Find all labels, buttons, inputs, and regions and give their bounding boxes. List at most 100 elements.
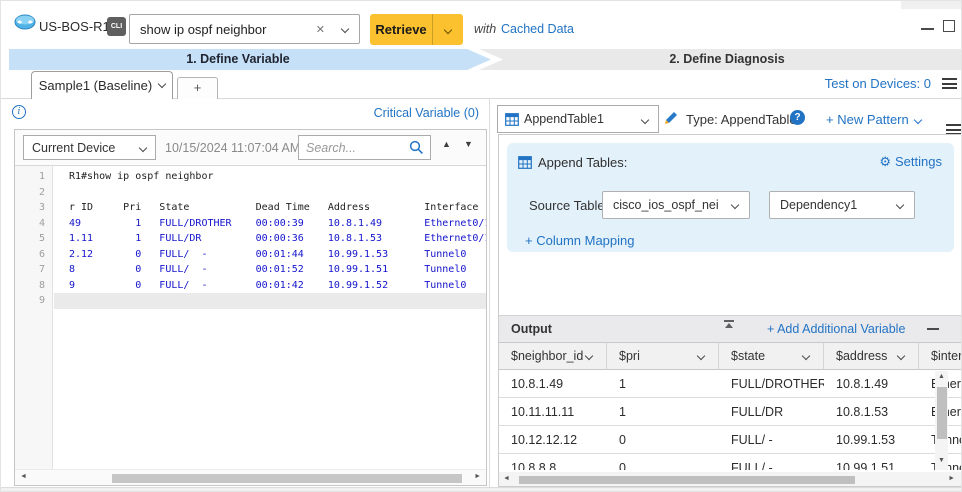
editor-toolbar: Current Device 10/15/2024 11:07:04 AM ▲ … xyxy=(15,130,486,166)
test-devices-menu-icon[interactable] xyxy=(942,78,957,89)
command-dropdown-icon[interactable] xyxy=(341,25,349,33)
output-title: Output xyxy=(511,322,552,336)
help-icon[interactable]: ? xyxy=(790,110,805,125)
scroll-right-icon[interactable]: ► xyxy=(474,473,481,480)
command-combobox[interactable]: ✕ xyxy=(129,14,360,44)
editor-hscroll-thumb[interactable] xyxy=(112,474,462,483)
column-dropdown-icon[interactable] xyxy=(697,352,705,360)
column-label: $neighbor_id xyxy=(511,349,583,363)
search-box[interactable] xyxy=(298,135,431,160)
output-horizontal-scrollbar[interactable]: ◄ ► xyxy=(499,472,961,487)
scroll-right-icon[interactable]: ► xyxy=(948,475,955,482)
code-line[interactable] xyxy=(54,293,486,309)
with-label: with xyxy=(474,22,496,36)
output-hscroll-thumb[interactable] xyxy=(519,476,855,484)
code-line[interactable]: 9 0 FULL/ - 00:01:42 10.99.1.52 Tunnel0 xyxy=(54,278,486,294)
step-define-variable[interactable]: 1. Define Variable xyxy=(9,49,491,70)
pattern-selector-dropdown[interactable]: AppendTable1 xyxy=(497,105,659,133)
settings-link[interactable]: ⚙Settings xyxy=(879,154,942,170)
maximize-icon[interactable] xyxy=(943,20,955,32)
table-cell: FULL/ - xyxy=(719,426,824,453)
retrieve-label[interactable]: Retrieve xyxy=(370,14,432,45)
table-row[interactable]: 10.8.1.491FULL/DROTHER10.8.1.49Ethernet0… xyxy=(499,370,961,398)
info-icon[interactable]: i xyxy=(12,105,26,119)
append-tables-title: Append Tables: xyxy=(538,155,627,170)
code-line[interactable]: r ID Pri State Dead Time Address Interfa… xyxy=(54,200,486,216)
sample-tab-dropdown-icon[interactable] xyxy=(158,80,166,88)
column-label: $address xyxy=(836,349,887,363)
search-icon[interactable] xyxy=(409,140,424,155)
add-sample-tab[interactable]: + xyxy=(177,77,218,99)
scroll-down-icon[interactable]: ▼ xyxy=(938,457,945,464)
test-on-devices-link[interactable]: Test on Devices: 0 xyxy=(791,76,931,91)
pattern-selector-value: AppendTable1 xyxy=(524,112,604,126)
line-number: 6 xyxy=(15,247,52,263)
source-table-chevron-icon[interactable] xyxy=(731,201,739,209)
search-input[interactable] xyxy=(306,138,401,157)
scroll-left-icon[interactable]: ◄ xyxy=(20,473,27,480)
add-additional-variable-link[interactable]: + Add Additional Variable xyxy=(767,322,905,336)
cached-data-link[interactable]: Cached Data xyxy=(501,22,574,36)
clear-command-icon[interactable]: ✕ xyxy=(316,23,325,36)
pattern-selector-chevron-icon[interactable] xyxy=(641,116,649,124)
new-pattern-chevron-icon[interactable] xyxy=(914,116,922,124)
new-pattern-button[interactable]: + New Pattern xyxy=(826,112,921,127)
code-line[interactable] xyxy=(54,185,486,201)
table-row[interactable]: 10.11.11.111FULL/DR10.8.1.53Ethernet0/1 xyxy=(499,398,961,426)
column-dropdown-icon[interactable] xyxy=(802,352,810,360)
table-cell: 10.8.1.53 xyxy=(824,398,919,425)
scroll-left-icon[interactable]: ◄ xyxy=(503,475,510,482)
dependency-value: Dependency1 xyxy=(780,198,857,212)
critical-variable-link[interactable]: Critical Variable (0) xyxy=(331,106,479,120)
column-mapping-link[interactable]: + Column Mapping xyxy=(525,233,634,248)
column-dropdown-icon[interactable] xyxy=(585,352,593,360)
retrieve-button[interactable]: Retrieve xyxy=(370,14,463,45)
source-table-dropdown[interactable]: cisco_ios_ospf_nei xyxy=(602,191,750,219)
column-header-neighbor_id[interactable]: $neighbor_id xyxy=(499,343,607,369)
code-line[interactable]: R1#show ip ospf neighbor xyxy=(54,169,486,185)
code-line[interactable]: 8 0 FULL/ - 00:01:52 10.99.1.51 Tunnel0 xyxy=(54,262,486,278)
tab-sample1-baseline[interactable]: Sample1 (Baseline) xyxy=(31,71,173,99)
device-selector-dropdown[interactable]: Current Device xyxy=(23,135,156,160)
window-edge-strip xyxy=(901,1,962,9)
line-number: 3 xyxy=(15,200,52,216)
collapse-output-handle[interactable] xyxy=(723,320,735,328)
scroll-up-icon[interactable]: ▲ xyxy=(938,373,945,380)
table-row[interactable]: 10.8.8.80FULL/ -10.99.1.51Tunnel0 xyxy=(499,454,961,470)
code-line[interactable]: 2.12 0 FULL/ - 00:01:44 10.99.1.53 Tunne… xyxy=(54,247,486,263)
table-cell: 0 xyxy=(607,454,719,470)
minimize-icon[interactable] xyxy=(921,28,934,30)
find-previous-button[interactable]: ▲ xyxy=(442,139,451,149)
append-tables-panel: Append Tables: ⚙Settings Source Table: c… xyxy=(507,143,954,252)
retrieve-dropdown-button[interactable] xyxy=(433,14,463,45)
column-dropdown-icon[interactable] xyxy=(897,352,905,360)
output-vertical-scrollbar[interactable]: ▲ ▼ xyxy=(935,371,948,470)
column-header-state[interactable]: $state xyxy=(719,343,824,369)
router-icon xyxy=(14,14,36,31)
column-header-address[interactable]: $address xyxy=(824,343,919,369)
find-next-button[interactable]: ▼ xyxy=(464,139,473,149)
dependency-chevron-icon[interactable] xyxy=(896,201,904,209)
cli-badge-icon: CLI xyxy=(107,17,126,36)
device-selector-chevron-icon[interactable] xyxy=(139,144,147,152)
code-line[interactable]: 1.11 1 FULL/DR 00:00:36 10.8.1.53 Ethern… xyxy=(54,231,486,247)
output-vscroll-thumb[interactable] xyxy=(937,387,947,439)
sample-tab-label: Sample1 (Baseline) xyxy=(39,78,152,93)
editor-horizontal-scrollbar[interactable]: ◄ ► xyxy=(15,469,486,485)
code-line[interactable]: 49 1 FULL/DROTHER 00:00:39 10.8.1.49 Eth… xyxy=(54,216,486,232)
table-cell: FULL/ - xyxy=(719,454,824,470)
table-row[interactable]: 10.12.12.120FULL/ -10.99.1.53Tunnel0 xyxy=(499,426,961,454)
dependency-dropdown[interactable]: Dependency1 xyxy=(769,191,915,219)
output-header-bar: Output + Add Additional Variable xyxy=(499,315,961,342)
output-table-header: $neighbor_id $pri$state $address $interface xyxy=(499,342,961,370)
output-minimize-icon[interactable] xyxy=(927,328,939,330)
command-input[interactable] xyxy=(140,22,300,37)
table-cell: 10.8.1.49 xyxy=(499,370,607,397)
device-selector-value: Current Device xyxy=(32,141,115,155)
column-header-pri[interactable]: $pri xyxy=(607,343,719,369)
code-lines[interactable]: R1#show ip ospf neighbor r ID Pri State D… xyxy=(54,166,486,471)
edit-pencil-icon[interactable] xyxy=(662,110,679,127)
editor-gutter: 123456789 xyxy=(15,166,53,471)
column-header-interface[interactable]: $interface xyxy=(919,343,962,369)
step-define-diagnosis[interactable]: 2. Define Diagnosis xyxy=(491,49,962,70)
